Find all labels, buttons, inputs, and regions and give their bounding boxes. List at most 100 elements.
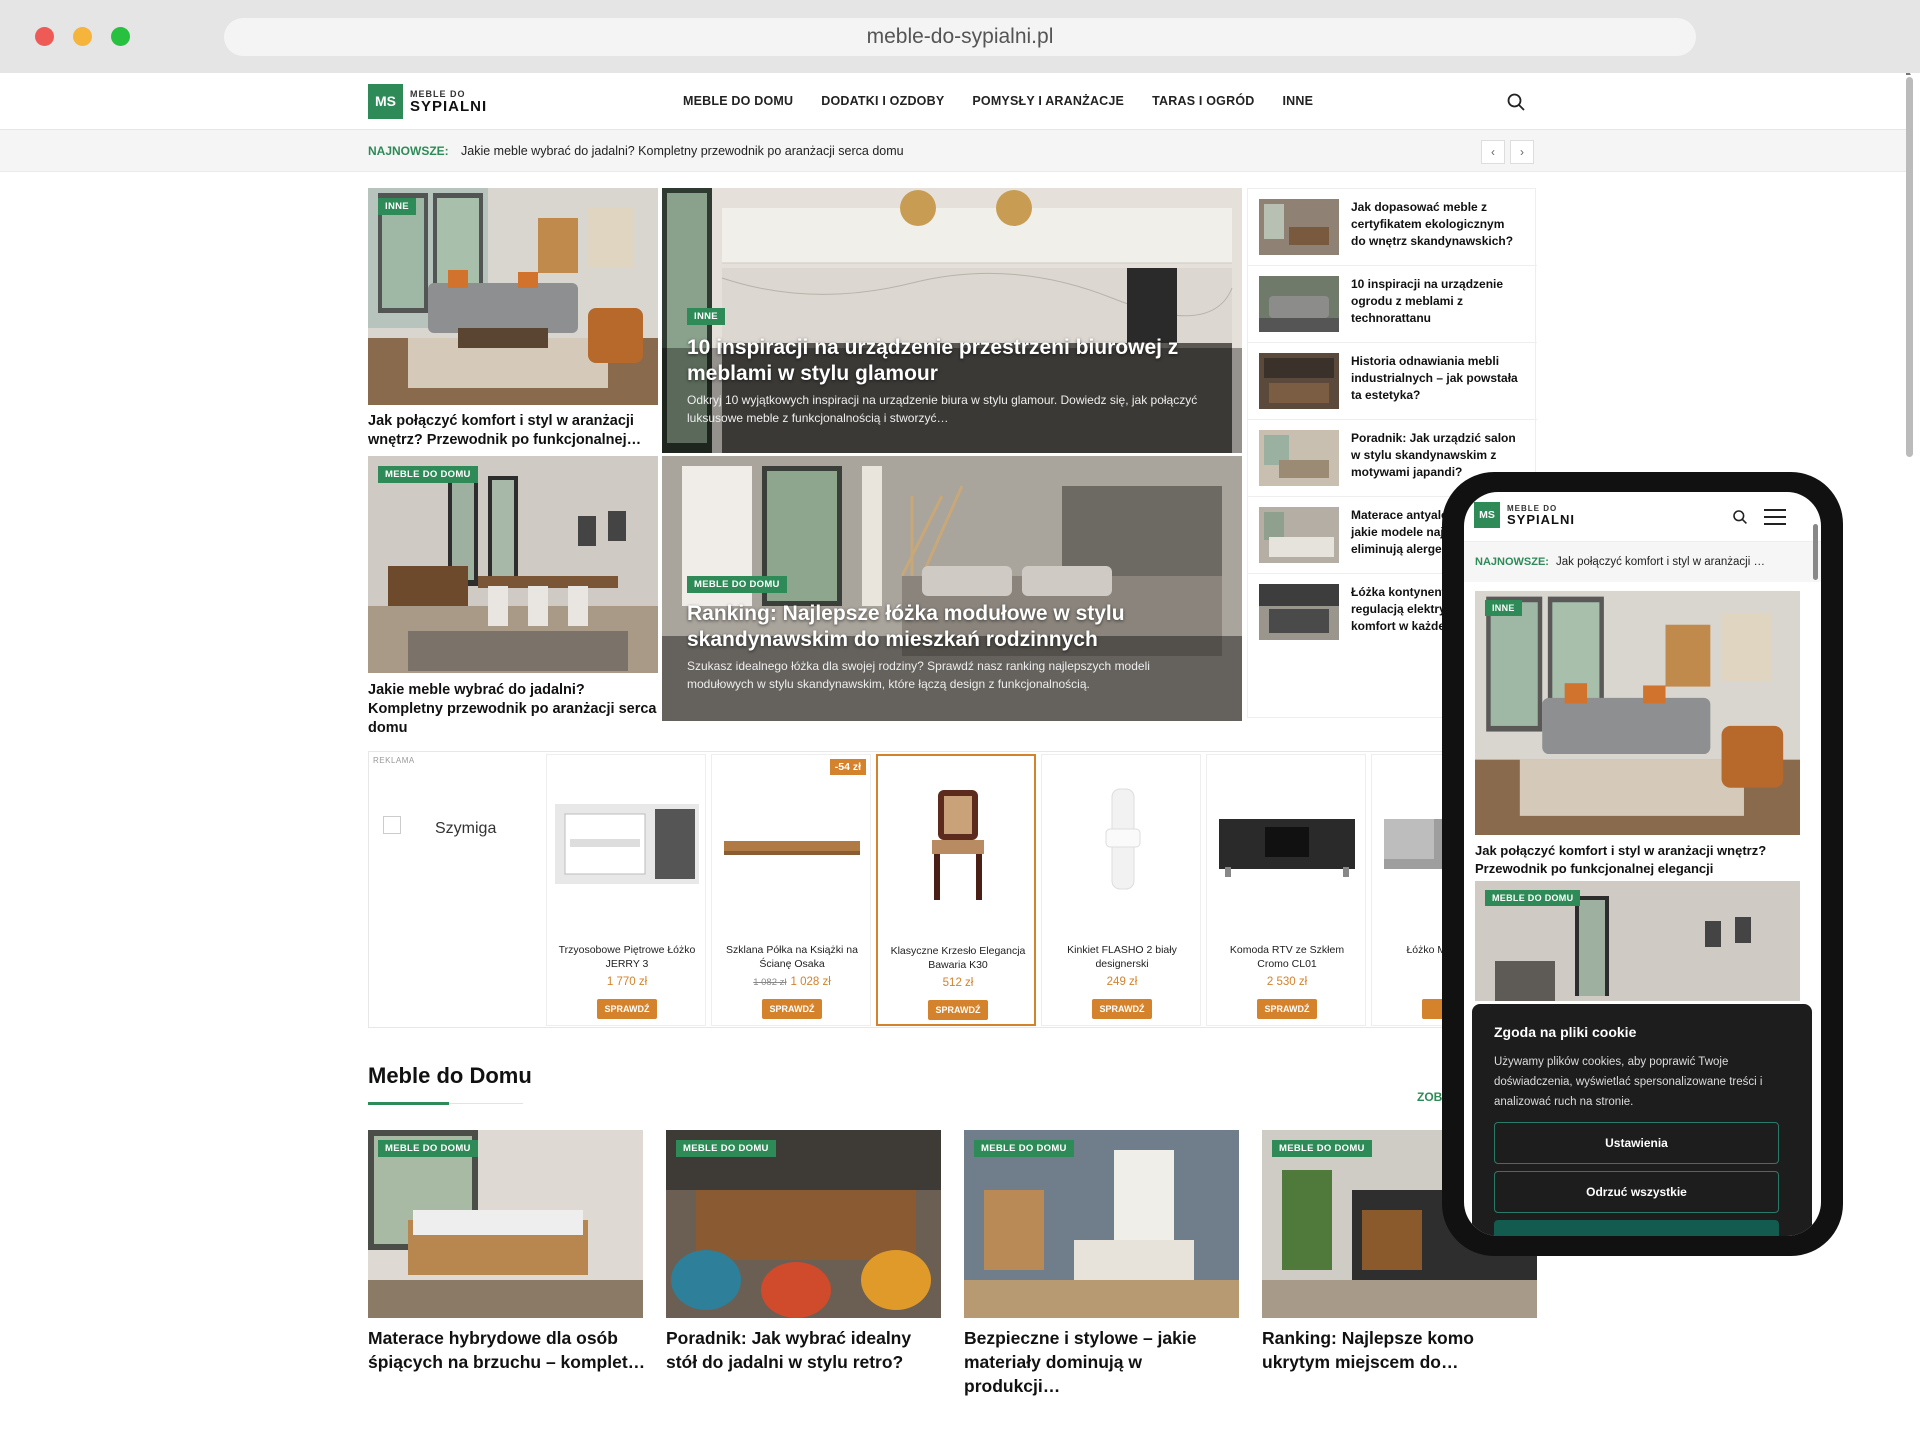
category-tag[interactable]: MEBLE DO DOMU <box>1272 1140 1372 1157</box>
nav-item-taras[interactable]: TARAS I OGRÓD <box>1152 94 1254 108</box>
product-price-value: 1 770 zł <box>606 976 648 988</box>
category-tag[interactable]: MEBLE DO DOMU <box>687 576 787 593</box>
category-tag[interactable]: MEBLE DO DOMU <box>974 1140 1074 1157</box>
product-price: 249 zł <box>1042 976 1202 988</box>
category-tag[interactable]: MEBLE DO DOMU <box>1485 890 1581 906</box>
product-image[interactable] <box>1050 779 1194 909</box>
main-nav: MEBLE DO DOMU DODATKI I OZDOBY POMYSŁY I… <box>683 94 1341 108</box>
sidebar-post[interactable]: 10 inspiracji na urządzenie ogrodu z meb… <box>1248 266 1537 343</box>
hero-card-3-title[interactable]: Jakie meble wybrać do jadalni? Kompletny… <box>368 681 658 738</box>
sidebar-post-thumb[interactable] <box>1259 199 1339 255</box>
maximize-window-icon[interactable] <box>111 27 130 46</box>
sidebar-post-title[interactable]: 10 inspiracji na urządzenie ogrodu z meb… <box>1351 276 1521 327</box>
logo-big-text: SYPIALNI <box>410 97 488 115</box>
hero-card-4-desc: Szukasz idealnego łóżka dla swojej rodzi… <box>687 659 1150 691</box>
product-image[interactable] <box>1215 779 1359 909</box>
section-card-4-title[interactable]: Ranking: Najlepsze komo ukrytym miejscem… <box>1262 1326 1540 1374</box>
category-tag[interactable]: INNE <box>1485 600 1522 616</box>
mobile-search-icon[interactable] <box>1732 509 1748 525</box>
sidebar-post-thumb[interactable] <box>1259 353 1339 409</box>
mobile-ticker-label: NAJNOWSZE: <box>1475 556 1549 568</box>
product-card-highlighted[interactable]: Klasyczne Krzesło Elegancja Bawaria K30 … <box>876 754 1036 1026</box>
sidebar-post-title[interactable]: Jak dopasować meble z certyfikatem ekolo… <box>1351 199 1521 250</box>
check-product-button[interactable]: SPRAWDŹ <box>1257 999 1317 1019</box>
category-tag[interactable]: INNE <box>687 308 725 325</box>
hero-card-2-image[interactable]: INNE 10 inspiracji na urządzenie przestr… <box>662 188 1242 453</box>
cookie-accept-button[interactable]: Akceptuj wszystkie <box>1494 1220 1779 1236</box>
product-image[interactable] <box>720 779 864 909</box>
site-logo[interactable]: MS MEBLE DO SYPIALNI <box>368 84 487 119</box>
product-card[interactable]: -54 zł Szklana Półka na Książki na Ścian… <box>711 754 871 1026</box>
mobile-scrollbar[interactable] <box>1813 524 1818 580</box>
close-window-icon[interactable] <box>35 27 54 46</box>
see-all-link[interactable]: ZOB <box>1417 1090 1442 1104</box>
product-name[interactable]: Komoda RTV ze Szkłem Cromo CL01 <box>1213 943 1361 971</box>
product-name[interactable]: Trzyosobowe Piętrowe Łóżko JERRY 3 <box>553 943 701 971</box>
section-card-2-title[interactable]: Poradnik: Jak wybrać idealny stół do jad… <box>666 1326 944 1374</box>
check-product-button[interactable]: SPRAWDŹ <box>1092 999 1152 1019</box>
product-name[interactable]: Kinkiet FLASHO 2 biały designerski <box>1048 943 1196 971</box>
cookie-settings-button[interactable]: Ustawienia <box>1494 1122 1779 1164</box>
hero-card-1-title[interactable]: Jak połączyć komfort i styl w aranżacji … <box>368 412 658 450</box>
product-image[interactable] <box>886 780 1030 910</box>
sidebar-post-thumb[interactable] <box>1259 276 1339 332</box>
cookie-reject-button[interactable]: Odrzuć wszystkie <box>1494 1171 1779 1213</box>
product-card[interactable]: Komoda RTV ze Szkłem Cromo CL01 2 530 zł… <box>1206 754 1366 1026</box>
product-price: 2 530 zł <box>1207 976 1367 988</box>
product-price-value: 2 530 zł <box>1266 976 1308 988</box>
category-tag[interactable]: MEBLE DO DOMU <box>378 1140 478 1157</box>
check-product-button[interactable]: SPRAWDŹ <box>928 1000 988 1020</box>
product-name[interactable]: Szklana Półka na Książki na Ścianę Osaka <box>718 943 866 971</box>
check-product-button[interactable]: SPRAWDŹ <box>597 999 657 1019</box>
sidebar-post[interactable]: Historia odnawiania mebli industrialnych… <box>1248 343 1537 420</box>
nav-item-pomysly[interactable]: POMYSŁY I ARANŻACJE <box>972 94 1124 108</box>
section-card-3-image[interactable]: MEBLE DO DOMU <box>964 1130 1239 1318</box>
nav-item-meble-do-domu[interactable]: MEBLE DO DOMU <box>683 94 793 108</box>
discount-badge: -54 zł <box>829 759 866 775</box>
sidebar-post-thumb[interactable] <box>1259 584 1339 640</box>
category-tag[interactable]: INNE <box>378 198 416 215</box>
mobile-card-1-title[interactable]: Jak połączyć komfort i styl w aranżacji … <box>1475 842 1805 878</box>
mobile-logo[interactable]: MS MEBLE DO SYPIALNI <box>1474 502 1575 528</box>
ticker-next-icon[interactable]: › <box>1510 140 1534 164</box>
product-card[interactable]: Kinkiet FLASHO 2 biały designerski 249 z… <box>1041 754 1201 1026</box>
product-price-value: 1 028 zł <box>790 976 831 988</box>
site-header: MS MEBLE DO SYPIALNI MEBLE DO DOMU DODAT… <box>0 73 1906 130</box>
address-bar[interactable]: meble-do-sypialni.pl <box>224 18 1696 56</box>
product-price: 512 zł <box>878 977 1038 989</box>
product-card[interactable]: Trzyosobowe Piętrowe Łóżko JERRY 3 1 770… <box>546 754 706 1026</box>
mobile-card-2-image[interactable]: MEBLE DO DOMU <box>1475 881 1800 1001</box>
logo-mark: MS <box>1474 502 1500 528</box>
sidebar-post[interactable]: Jak dopasować meble z certyfikatem ekolo… <box>1248 189 1537 266</box>
category-tag[interactable]: MEBLE DO DOMU <box>378 466 478 483</box>
hero-card-4-image[interactable]: MEBLE DO DOMU Ranking: Najlepsze łóżka m… <box>662 456 1242 721</box>
logo-mark: MS <box>368 84 403 119</box>
sidebar-post-thumb[interactable] <box>1259 430 1339 486</box>
hero-card-3-image[interactable]: MEBLE DO DOMU <box>368 456 658 673</box>
section-card-1-image[interactable]: MEBLE DO DOMU <box>368 1130 643 1318</box>
ticker-prev-icon[interactable]: ‹ <box>1481 140 1505 164</box>
section-card-2-image[interactable]: MEBLE DO DOMU <box>666 1130 941 1318</box>
product-image[interactable] <box>555 779 699 909</box>
section-card-3-title[interactable]: Bezpieczne i stylowe – jakie materiały d… <box>964 1326 1242 1398</box>
section-card-1-title[interactable]: Materace hybrydowe dla osób śpiących na … <box>368 1326 646 1374</box>
hero-card-1-image[interactable]: INNE <box>368 188 658 405</box>
search-icon[interactable] <box>1506 92 1526 112</box>
page-scrollbar[interactable] <box>1906 77 1913 457</box>
ticker-headline[interactable]: Jakie meble wybrać do jadalni? Kompletny… <box>461 144 904 158</box>
nav-item-inne[interactable]: INNE <box>1282 94 1313 108</box>
hamburger-menu-icon[interactable] <box>1764 508 1786 526</box>
mobile-screen: MS MEBLE DO SYPIALNI NAJNOWSZE: Jak połą… <box>1464 492 1821 1236</box>
sidebar-post-title[interactable]: Historia odnawiania mebli industrialnych… <box>1351 353 1521 404</box>
sidebar-post-thumb[interactable] <box>1259 507 1339 563</box>
product-name[interactable]: Klasyczne Krzesło Elegancja Bawaria K30 <box>884 944 1032 972</box>
mobile-card-1-image[interactable]: INNE <box>1475 591 1800 835</box>
ad-alt-text[interactable]: Szymiga <box>435 820 496 838</box>
mobile-ticker-headline[interactable]: Jak połączyć komfort i styl w aranżacji … <box>1556 556 1765 568</box>
category-tag[interactable]: MEBLE DO DOMU <box>676 1140 776 1157</box>
hero-card-4-title[interactable]: Ranking: Najlepsze łóżka modułowe w styl… <box>687 601 1217 653</box>
minimize-window-icon[interactable] <box>73 27 92 46</box>
nav-item-dodatki[interactable]: DODATKI I OZDOBY <box>821 94 944 108</box>
hero-card-2-title[interactable]: 10 inspiracji na urządzenie przestrzeni … <box>687 335 1217 387</box>
check-product-button[interactable]: SPRAWDŹ <box>762 999 822 1019</box>
